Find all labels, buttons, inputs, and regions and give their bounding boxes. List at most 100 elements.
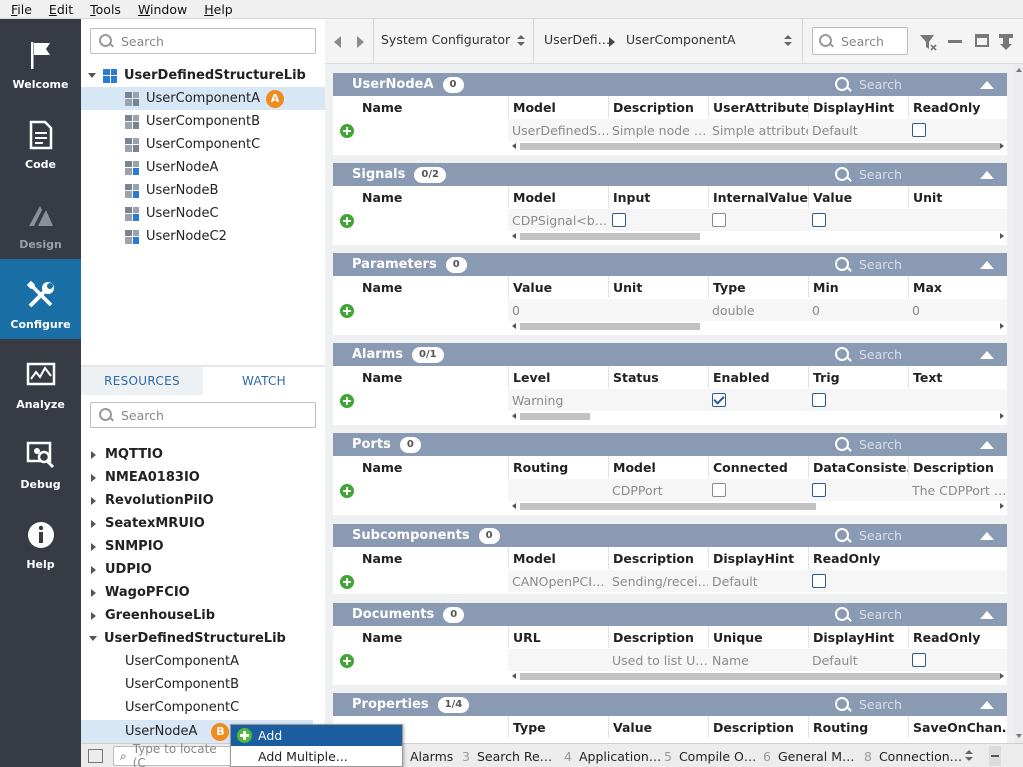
lib-row[interactable]: RevolutionPiIO [81,489,313,512]
readonly-checkbox[interactable] [912,653,926,667]
scroll-up-icon[interactable] [1016,68,1022,72]
nav-help[interactable]: Help [0,499,81,579]
filter-icon[interactable] [919,33,937,51]
tab-search-results[interactable]: 3 Search Re… [462,749,552,764]
table-row[interactable]: Used to list U… Name Default [508,649,1007,671]
tab-alarms[interactable]: Alarms [410,749,453,764]
tab-general-messages[interactable]: 6 General M… [763,749,854,764]
horizontal-scrollbar[interactable] [508,672,1007,681]
collapse-output-button[interactable] [989,746,1001,766]
add-row-button[interactable] [340,304,354,318]
internalvalue-checkbox[interactable] [712,213,726,227]
section-search-input[interactable]: Search [835,607,902,622]
updown-icon[interactable] [784,35,792,47]
tab-application[interactable]: 4 Application… [564,749,661,764]
readonly-checkbox[interactable] [912,123,926,137]
nav-design[interactable]: Design [0,179,81,259]
section-header[interactable]: Alarms 0/1 Search [333,343,1007,366]
section-header[interactable]: Properties 1/4 Search [333,693,1007,716]
menu-window[interactable]: Window [127,2,193,17]
tab-connection[interactable]: 8 Connection… [864,749,962,764]
expand-arrow-icon[interactable] [88,73,96,78]
breadcrumb-current[interactable]: UserComponentA [626,32,736,47]
table-row[interactable]: CANOpenPCI… Sending/recei… Default [508,570,1007,592]
expand-arrow-icon[interactable] [91,519,96,528]
menu-tools[interactable]: Tools [79,2,127,17]
back-arrow-icon[interactable] [334,36,341,48]
connected-checkbox[interactable] [712,483,726,497]
expand-arrow-icon[interactable] [91,473,96,482]
tab-resources[interactable]: RESOURCES [81,367,203,395]
resource-item[interactable]: UserComponentB [81,673,313,696]
horizontal-scrollbar[interactable] [508,142,1007,151]
collapse-icon[interactable] [980,81,994,89]
section-header[interactable]: Subcomponents 0 Search [333,524,1007,547]
horizontal-scrollbar[interactable] [508,322,1007,331]
input-checkbox[interactable] [612,213,626,227]
table-row[interactable]: CDPSignal<b… [508,209,1007,231]
resource-item[interactable]: UserComponentA [81,650,313,673]
resource-item[interactable]: UserComponentC [81,696,313,719]
nav-debug[interactable]: Debug [0,419,81,499]
collapse-icon[interactable] [980,611,994,619]
tree-item[interactable]: UserNodeA [81,156,325,179]
add-row-button[interactable] [340,484,354,498]
horizontal-scrollbar[interactable] [508,232,1007,241]
expand-arrow-icon[interactable] [91,496,96,505]
add-row-button[interactable] [340,575,354,589]
lib-row[interactable]: WagoPFCIO [81,581,313,604]
expand-arrow-icon[interactable] [91,588,96,597]
menu-file[interactable]: File [0,2,38,17]
collapse-icon[interactable] [980,351,994,359]
add-row-button[interactable] [340,654,354,668]
table-row[interactable]: 0 double 0 0 [508,299,1007,321]
lib-row-expanded[interactable]: UserDefinedStructureLib [81,627,313,650]
section-search-input[interactable]: Search [835,167,902,182]
expand-arrow-icon[interactable] [91,542,96,551]
expand-arrow-icon[interactable] [91,565,96,574]
readonly-checkbox[interactable] [812,574,826,588]
table-row[interactable]: CDPPort The CDPPort … [508,479,1007,501]
trig-checkbox[interactable] [812,393,826,407]
section-header[interactable]: Ports 0 Search [333,433,1007,456]
section-header[interactable]: UserNodeA 0 Search [333,73,1007,96]
collapse-icon[interactable] [980,171,994,179]
add-row-button[interactable] [340,394,354,408]
add-row-button[interactable] [340,124,354,138]
nav-welcome[interactable]: Welcome [0,19,81,99]
expand-arrow-icon[interactable] [91,450,96,459]
section-search-input[interactable]: Search [835,77,902,92]
nav-configure[interactable]: Configure [0,259,81,339]
horizontal-scrollbar[interactable] [508,412,1007,421]
tree-root[interactable]: UserDefinedStructureLib [81,64,325,87]
tree-item[interactable]: UserNodeB [81,179,325,202]
locate-input[interactable]: ⌕ Type to locate (C [113,742,233,767]
section-search-input[interactable]: Search [835,528,902,543]
tree-search-input[interactable]: Search [90,28,316,54]
tree-item[interactable]: UserNodeC [81,202,325,225]
dataconsistency-checkbox[interactable] [812,483,826,497]
tree-item[interactable]: UserComponentB [81,110,325,133]
value-checkbox[interactable] [812,213,826,227]
minimize-icon[interactable] [948,40,962,43]
section-search-input[interactable]: Search [835,257,902,272]
scroll-down-icon[interactable] [1016,734,1022,738]
section-search-input[interactable]: Search [835,437,902,452]
menu-edit[interactable]: Edit [38,2,79,17]
menu-item-add[interactable]: Add [231,725,402,746]
horizontal-scrollbar[interactable] [508,502,1007,511]
mode-selector[interactable]: System Configurator [381,32,510,47]
tree-item[interactable]: UserComponentC [81,133,325,156]
lib-row[interactable]: GreenhouseLib [81,604,313,627]
expand-arrow-icon[interactable] [91,611,96,620]
enabled-checkbox[interactable] [712,393,726,407]
section-header[interactable]: Signals 0/2 Search [333,163,1007,186]
resources-search-input[interactable]: Search [90,402,316,428]
section-header[interactable]: Documents 0 Search [333,603,1007,626]
menu-item-add-multiple[interactable]: Add Multiple... [231,746,402,767]
tab-watch[interactable]: WATCH [203,367,325,395]
collapse-icon[interactable] [980,532,994,540]
lib-row[interactable]: MQTTIO [81,443,313,466]
collapse-icon[interactable] [980,441,994,449]
lib-row[interactable]: UDPIO [81,558,313,581]
